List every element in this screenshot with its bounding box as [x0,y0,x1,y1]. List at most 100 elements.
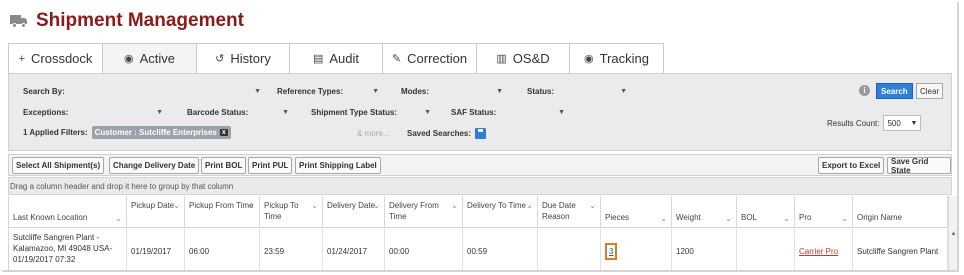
search-by-select[interactable]: Search By: ▼ [23,83,261,99]
exceptions-select[interactable]: Exceptions: ▼ [23,104,163,120]
column-menu-icon[interactable]: ⌄ [725,213,732,224]
applied-filters: 1 Applied Filters: Customer : Sutcliffe … [23,126,231,139]
column-header[interactable]: Due Date Reason ⌄ [538,196,601,228]
column-menu-icon[interactable]: ⌄ [451,200,458,211]
reference-types-select[interactable]: Reference Types: ▼ [277,83,379,99]
cell-delivery-to-time: 00:59 [463,229,538,270]
print-shipping-label-button[interactable]: Print Shipping Label [295,157,381,174]
tab-label: OS&D [512,51,550,66]
change-delivery-date-button[interactable]: Change Delivery Date [109,157,200,174]
more-filters-link[interactable]: & more... [357,129,389,138]
results-count-value: 500 [887,118,901,128]
close-icon[interactable]: x [219,129,228,136]
caret-down-icon: ▼ [910,119,918,127]
barcode-icon: ▥ [496,53,507,65]
truck-icon [10,14,30,28]
caret-down-icon: ▼ [424,108,431,116]
column-menu-icon[interactable]: ⌄ [115,213,122,224]
column-header[interactable]: Pickup Date ⌄ [127,196,185,228]
cell-pickup-to-time: 23:59 [260,229,323,270]
pencil-icon: ✎ [391,53,402,65]
select-label: Status: [527,86,555,96]
info-icon[interactable]: i [859,85,870,96]
column-header[interactable]: Pickup To Time ⌄ [260,196,323,228]
scroll-up-icon[interactable]: ▲ [949,231,957,237]
table-row[interactable]: Sutcliffe Sangren Plant - Kalamazoo, MI … [9,229,953,270]
pieces-link[interactable]: 3 [605,243,618,260]
shipment-type-status-select[interactable]: Shipment Type Status: ▼ [311,104,431,120]
status-select[interactable]: Status: ▼ [527,83,627,99]
tab-crossdock[interactable]: + Crossdock [8,43,103,73]
column-menu-icon[interactable]: ⌄ [173,200,180,211]
column-menu-icon[interactable]: ⌄ [373,200,380,211]
save-disk-icon[interactable] [475,128,487,139]
select-label: Exceptions: [23,107,69,117]
group-by-bar[interactable]: Drag a column header and drop it here to… [8,177,952,195]
tab-audit[interactable]: ▤ Audit [289,43,383,73]
shipment-grid: Last Known Location ⌄ Pickup Date ⌄ Pickup… [8,196,957,270]
cell-last-known-location: Sutcliffe Sangren Plant - Kalamazoo, MI … [9,229,127,270]
grid-header-row: Last Known Location ⌄ Pickup Date ⌄ Pickup… [9,196,953,228]
filter-panel: Search By: ▼ Reference Types: ▼ Modes: ▼… [8,73,952,151]
column-menu-icon[interactable]: ⌄ [248,200,255,211]
caret-down-icon: ▼ [254,87,261,95]
tab-active[interactable]: ◉ Active [102,43,197,73]
column-header[interactable]: BOL ⌄ [737,196,795,228]
select-label: Modes: [401,86,429,96]
caret-down-icon: ▼ [496,87,503,95]
column-header[interactable]: Pro ⌄ [795,196,853,228]
column-header[interactable]: Origin Name [853,196,948,228]
column-header[interactable]: Delivery To Time ⌄ [463,196,538,228]
grid-toolbar: Select All Shipment(s) Change Delivery D… [8,154,952,176]
column-menu-icon[interactable]: ⌄ [589,200,596,211]
app-frame: Shipment Management + Crossdock ◉ Active… [2,2,959,272]
tab-osd[interactable]: ▥ OS&D [476,43,570,73]
search-button[interactable]: Search [876,83,913,99]
tab-label: Audit [329,51,360,66]
cell-origin-name: Sutcliffe Sangren Plant [853,229,948,270]
select-label: Search By: [23,86,65,96]
saf-status-select[interactable]: SAF Status: ▼ [451,104,565,120]
tab-tracking[interactable]: ◉ Tracking [569,43,664,73]
column-menu-icon[interactable]: ⌄ [660,213,667,224]
vertical-scrollbar[interactable]: ▲ [948,196,957,270]
clipboard-icon: ▤ [312,53,324,65]
history-icon: ↺ [215,53,225,65]
column-menu-icon[interactable]: ⌄ [841,213,848,224]
column-header[interactable]: Pieces ⌄ [601,196,672,228]
select-all-button[interactable]: Select All Shipment(s) [12,157,105,174]
column-menu-icon[interactable]: ⌄ [311,200,318,211]
saved-searches-label: Saved Searches: [407,129,472,138]
print-pul-button[interactable]: Print PUL [248,157,293,174]
tab-history[interactable]: ↺ History [196,43,290,73]
print-bol-button[interactable]: Print BOL [201,157,247,174]
tab-label: Active [139,51,175,66]
column-header[interactable]: Pickup From Time ⌄ [185,196,260,228]
circle-dot-icon: ◉ [584,53,594,65]
column-menu-icon[interactable]: ⌄ [783,213,790,224]
column-menu-icon[interactable]: ⌄ [526,200,533,211]
filter-chip-label: Customer : Sutcliffe Enterprises [94,128,217,137]
caret-down-icon: ▼ [372,87,379,95]
results-count: Results Count: 500 ▼ [827,115,922,131]
modes-select[interactable]: Modes: ▼ [401,83,503,99]
caret-down-icon: ▼ [282,108,289,116]
filter-chip[interactable]: Customer : Sutcliffe Enterprises x [91,126,231,139]
export-excel-button[interactable]: Export to Excel [818,157,885,174]
save-grid-state-button[interactable]: Save Grid State [887,157,951,175]
carrier-pro-link[interactable]: Carrier Pro [799,246,838,257]
clear-button[interactable]: Clear [916,83,944,99]
cell-pro: Carrier Pro [795,229,853,270]
tab-label: History [230,51,271,66]
tab-correction[interactable]: ✎ Correction [382,43,477,73]
column-header[interactable]: Delivery Date ⌄ [323,196,385,228]
column-header[interactable]: Last Known Location ⌄ [9,196,127,228]
column-header[interactable]: Delivery From Time ⌄ [385,196,463,228]
barcode-status-select[interactable]: Barcode Status: ▼ [187,104,289,120]
saved-searches[interactable]: Saved Searches: [407,128,487,139]
cell-delivery-date: 01/24/2017 [323,229,385,270]
select-label: Barcode Status: [187,107,249,117]
column-header[interactable]: Weight ⌄ [672,196,737,228]
caret-down-icon: ▼ [620,87,627,95]
results-count-select[interactable]: 500 ▼ [883,115,922,131]
